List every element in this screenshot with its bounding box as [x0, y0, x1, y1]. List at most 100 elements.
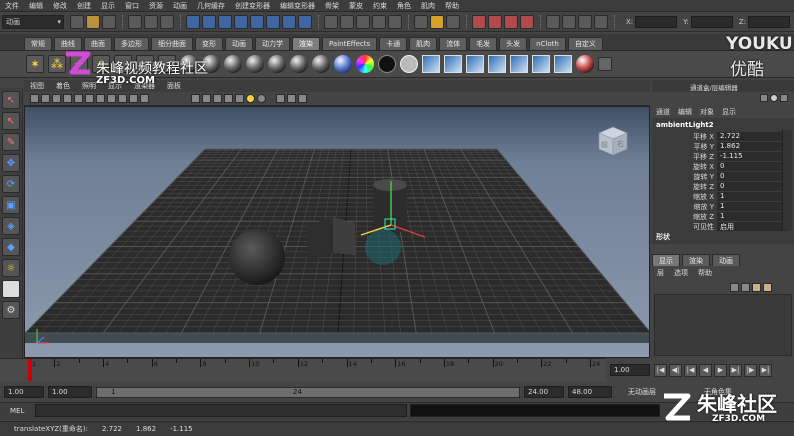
- bookmarks-icon[interactable]: [52, 94, 61, 103]
- mel-label[interactable]: MEL: [10, 407, 24, 415]
- layer-menu-item-1[interactable]: 选项: [669, 268, 693, 278]
- make-live-icon[interactable]: [388, 15, 402, 29]
- show-manipulator-icon[interactable]: ☼: [2, 259, 20, 277]
- lambert-material-icon[interactable]: [224, 55, 242, 73]
- attribute-value[interactable]: 0: [717, 162, 789, 172]
- play-forwards-icon[interactable]: ▶: [714, 363, 727, 377]
- sidebar-toggle-icon[interactable]: [546, 15, 560, 29]
- texture-editor-icon[interactable]: [554, 55, 572, 73]
- step-back-frame-icon[interactable]: ◀|: [669, 363, 682, 377]
- shelf-tab-10[interactable]: 卡通: [379, 37, 408, 50]
- time-slider[interactable]: 1 2 4 6 8 10 12 14 16 18 20 22 24: [0, 358, 606, 382]
- selected-object-name[interactable]: ambientLight2: [656, 121, 714, 129]
- attribute-value[interactable]: 1.862: [717, 142, 789, 152]
- xray-icon[interactable]: [224, 94, 233, 103]
- attribute-row[interactable]: 缩放 X1: [662, 192, 789, 202]
- new-empty-layer-icon[interactable]: [752, 283, 761, 292]
- menu-item-6[interactable]: 资源: [144, 0, 168, 12]
- snap-view-icon[interactable]: [372, 15, 386, 29]
- time-cursor[interactable]: [28, 359, 32, 381]
- layer-editor-toggle-icon[interactable]: [770, 94, 778, 102]
- mask-render-icon[interactable]: [282, 15, 296, 29]
- mask-handle-icon[interactable]: [186, 15, 200, 29]
- camera-attributes-icon[interactable]: [41, 94, 50, 103]
- shelf-tab-9[interactable]: PaintEffects: [322, 37, 378, 50]
- hypershade-icon[interactable]: [422, 55, 440, 73]
- new-scene-icon[interactable]: [70, 15, 84, 29]
- mask-surface-icon[interactable]: [234, 15, 248, 29]
- field-chart-icon[interactable]: [118, 94, 127, 103]
- y-coord-field[interactable]: [690, 16, 733, 28]
- menu-set-selector[interactable]: 动画 ▾: [2, 15, 64, 29]
- universal-manipulator-icon[interactable]: ◈: [2, 217, 20, 235]
- attribute-value[interactable]: 0: [717, 182, 789, 192]
- shelf-tab-5[interactable]: 变形: [195, 37, 223, 50]
- attribute-value[interactable]: -1.115: [717, 152, 789, 162]
- four-pane-layout-icon[interactable]: ⚙: [2, 301, 20, 319]
- layer-tab-1[interactable]: 渲染: [682, 254, 710, 266]
- attribute-toggle-icon[interactable]: [562, 15, 576, 29]
- use-all-lights-icon[interactable]: [246, 94, 255, 103]
- wireframe-on-shaded-icon[interactable]: [213, 94, 222, 103]
- paint-select-tool-icon[interactable]: ✎: [2, 133, 20, 151]
- channel-box-scrollbar[interactable]: [782, 130, 792, 230]
- layer-tab-2[interactable]: 动画: [712, 254, 740, 266]
- view-cube[interactable]: 前 右: [595, 123, 631, 159]
- smooth-shade-icon[interactable]: [202, 94, 211, 103]
- shapes-section-label[interactable]: 形状: [656, 232, 670, 242]
- grid-toggle-icon[interactable]: [74, 94, 83, 103]
- shelf-tab-7[interactable]: 动力学: [255, 37, 290, 50]
- ramp-shader-icon[interactable]: [312, 55, 330, 73]
- go-to-end-icon[interactable]: ▶|: [759, 363, 772, 377]
- attribute-row[interactable]: 缩放 Z1: [662, 212, 789, 222]
- menu-item-8[interactable]: 几何缓存: [192, 0, 230, 12]
- perspective-viewport[interactable]: 前 右: [24, 106, 650, 358]
- viewport-menu-item-5[interactable]: 面板: [161, 80, 187, 92]
- shading-map-icon[interactable]: [334, 55, 352, 73]
- isolate-select-icon[interactable]: [287, 94, 296, 103]
- menu-item-5[interactable]: 窗口: [120, 0, 144, 12]
- ambient-light-icon[interactable]: ✶: [26, 55, 44, 73]
- new-layer-selected-icon[interactable]: [763, 283, 772, 292]
- shelf-tab-3[interactable]: 多边形: [114, 37, 149, 50]
- move-layer-up-icon[interactable]: [730, 283, 739, 292]
- menu-item-1[interactable]: 编辑: [24, 0, 48, 12]
- go-to-start-icon[interactable]: |◀: [654, 363, 667, 377]
- x-coord-field[interactable]: [635, 16, 678, 28]
- menu-item-12[interactable]: 蒙皮: [344, 0, 368, 12]
- shelf-tab-12[interactable]: 流体: [439, 37, 468, 50]
- textured-icon[interactable]: [235, 94, 244, 103]
- shelf-settings-icon[interactable]: [598, 57, 612, 71]
- camera-select-icon[interactable]: [30, 94, 39, 103]
- shelf-tab-6[interactable]: 动画: [225, 37, 253, 50]
- wireframe-icon[interactable]: [191, 94, 200, 103]
- shelf-tab-0[interactable]: 常规: [24, 37, 52, 50]
- step-forward-key-icon[interactable]: ▶|: [729, 363, 742, 377]
- attribute-row[interactable]: 旋转 X0: [662, 162, 789, 172]
- menu-item-9[interactable]: 创建变形器: [230, 0, 275, 12]
- mask-dynamic-icon[interactable]: [266, 15, 280, 29]
- surface-shader-icon[interactable]: [356, 55, 374, 73]
- menu-item-15[interactable]: 肌肉: [416, 0, 440, 12]
- lasso-tool-icon[interactable]: ↖: [2, 112, 20, 130]
- mask-joint-icon[interactable]: [202, 15, 216, 29]
- select-object-icon[interactable]: [144, 15, 158, 29]
- range-slider-bar[interactable]: 1 24: [96, 387, 520, 398]
- attribute-row[interactable]: 旋转 Y0: [662, 172, 789, 182]
- animation-start-field[interactable]: 1.00: [4, 386, 44, 398]
- menu-item-13[interactable]: 约束: [368, 0, 392, 12]
- render-view-icon[interactable]: [444, 55, 462, 73]
- layer-tab-0[interactable]: 显示: [652, 254, 680, 266]
- soft-mod-tool-icon[interactable]: ◆: [2, 238, 20, 256]
- attribute-row[interactable]: 平移 Z -1.115: [662, 152, 789, 162]
- shelf-tab-8[interactable]: 渲染: [292, 37, 320, 50]
- playback-start-field[interactable]: 1.00: [48, 386, 92, 398]
- current-frame-field[interactable]: 1.00: [610, 364, 650, 376]
- channel-box-menu-item-0[interactable]: 通道: [652, 106, 674, 118]
- mental-ray-icon[interactable]: [576, 55, 594, 73]
- safe-title-icon[interactable]: [140, 94, 149, 103]
- scale-tool-icon[interactable]: ▣: [2, 196, 20, 214]
- input-output-icon[interactable]: [430, 15, 444, 29]
- combined-toggle-icon[interactable]: [780, 94, 788, 102]
- shelf-tab-14[interactable]: 头发: [499, 37, 528, 50]
